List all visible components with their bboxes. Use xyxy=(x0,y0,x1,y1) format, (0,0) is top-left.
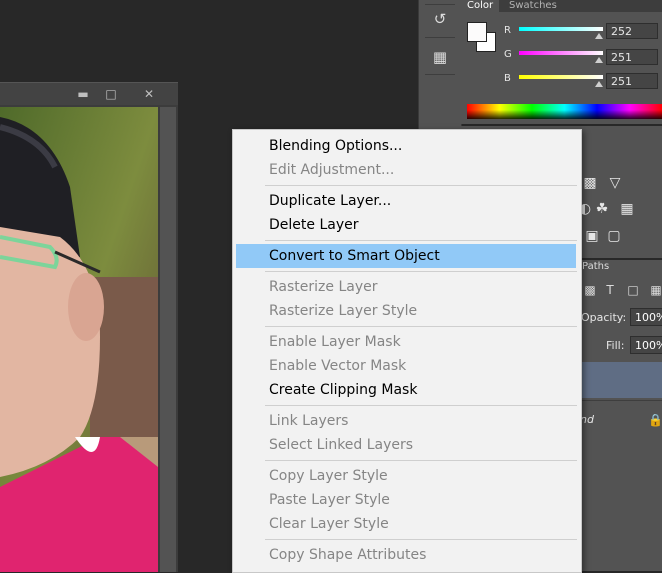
value-r[interactable]: 252 xyxy=(606,23,658,39)
strip-divider xyxy=(425,37,455,38)
document-titlebar[interactable]: ▬ □ ✕ xyxy=(0,83,178,105)
fill-label: Fill: xyxy=(606,339,625,352)
menu-item-copy-shape-attributes: Copy Shape Attributes xyxy=(236,543,576,567)
menu-item-select-linked-layers: Select Linked Layers xyxy=(236,433,576,457)
tab-swatches[interactable]: Swatches xyxy=(503,0,563,12)
color-spectrum-ramp[interactable] xyxy=(467,104,662,119)
invert-icon[interactable]: ▣ xyxy=(583,227,601,245)
menu-item-label: Rasterize Layer Style xyxy=(269,303,418,319)
close-icon[interactable]: ✕ xyxy=(139,86,159,102)
menu-item-label: Delete Layer xyxy=(269,217,359,233)
menu-item-edit-adjustment: Edit Adjustment... xyxy=(236,158,576,182)
menu-item-label: Create Clipping Mask xyxy=(269,382,418,398)
photo-image xyxy=(0,107,158,572)
layer-name: nd xyxy=(580,413,594,426)
value-g[interactable]: 251 xyxy=(606,49,658,65)
document-canvas[interactable] xyxy=(0,107,158,572)
menu-item-duplicate-layer[interactable]: Duplicate Layer... xyxy=(236,189,576,213)
menu-item-rasterize-layer: Rasterize Layer xyxy=(236,275,576,299)
slider-g[interactable] xyxy=(519,51,603,55)
menu-separator xyxy=(265,271,577,272)
menu-item-convert-to-smart-object[interactable]: Convert to Smart Object xyxy=(236,244,576,268)
menu-item-label: Copy Layer Style xyxy=(269,468,388,484)
grid-icon[interactable]: ▦ xyxy=(618,200,636,218)
threshold-icon[interactable]: ▢ xyxy=(605,227,623,245)
menu-item-enable-vector-mask: Enable Vector Mask xyxy=(236,354,576,378)
slider-thumb-g[interactable] xyxy=(595,57,603,63)
menu-item-clear-layer-style: Clear Layer Style xyxy=(236,512,576,536)
gradient-triangle-icon[interactable]: ▽ xyxy=(606,174,624,192)
menu-item-label: Blending Options... xyxy=(269,138,403,154)
menu-item-enable-layer-mask: Enable Layer Mask xyxy=(236,330,576,354)
minimize-icon[interactable]: ▬ xyxy=(73,86,93,102)
menu-item-label: Enable Layer Mask xyxy=(269,334,401,350)
menu-item-rasterize-layer-style: Rasterize Layer Style xyxy=(236,299,576,323)
menu-item-delete-layer[interactable]: Delete Layer xyxy=(236,213,576,237)
slider-thumb-r[interactable] xyxy=(595,33,603,39)
strip-divider xyxy=(425,4,455,5)
layer-row[interactable]: nd 🔒 xyxy=(580,400,662,441)
menu-item-label: Convert to Smart Object xyxy=(269,248,440,264)
value-b[interactable]: 251 xyxy=(606,73,658,89)
maximize-icon[interactable]: □ xyxy=(101,86,121,102)
menu-item-label: Link Layers xyxy=(269,413,349,429)
menu-item-label: Edit Adjustment... xyxy=(269,162,395,178)
menu-item-paste-layer-style: Paste Layer Style xyxy=(236,488,576,512)
lock-icon: 🔒 xyxy=(648,413,662,427)
slider-r[interactable] xyxy=(519,27,603,31)
menu-item-label: Paste Layer Style xyxy=(269,492,390,508)
menu-item-link-layers: Link Layers xyxy=(236,409,576,433)
history-icon[interactable]: ↺ xyxy=(429,8,451,30)
channel-label-b: B xyxy=(504,73,511,84)
menu-separator xyxy=(265,460,577,461)
foreground-color-swatch[interactable] xyxy=(467,22,487,42)
smart-filter-icon[interactable]: ▦ xyxy=(648,282,662,298)
document-scrollbar[interactable] xyxy=(160,107,176,572)
menu-separator xyxy=(265,326,577,327)
channel-label-g: G xyxy=(504,49,512,60)
menu-item-label: Clear Layer Style xyxy=(269,516,389,532)
lock-pixels-icon[interactable]: ▩ xyxy=(582,282,598,298)
tab-color[interactable]: Color xyxy=(461,0,500,12)
type-filter-icon[interactable]: T xyxy=(602,282,618,298)
menu-item-label: Rasterize Layer xyxy=(269,279,378,295)
strip-divider xyxy=(425,74,455,75)
layer-context-menu: Blending Options... Edit Adjustment... D… xyxy=(232,129,582,573)
menu-item-label: Select Linked Layers xyxy=(269,437,414,453)
menu-item-copy-layer-style: Copy Layer Style xyxy=(236,464,576,488)
slider-thumb-b[interactable] xyxy=(595,81,603,87)
properties-icon[interactable]: ▦ xyxy=(429,46,451,68)
document-window[interactable]: ▬ □ ✕ xyxy=(0,82,178,572)
opacity-field[interactable]: 100% xyxy=(630,308,662,326)
opacity-label: Opacity: xyxy=(581,311,627,324)
menu-item-create-clipping-mask[interactable]: Create Clipping Mask xyxy=(236,378,576,402)
fill-field[interactable]: 100% xyxy=(630,336,662,354)
layer-row-selected[interactable] xyxy=(580,362,662,398)
channel-mixer-icon[interactable]: ☘ xyxy=(593,200,611,218)
menu-item-label: Duplicate Layer... xyxy=(269,193,392,209)
transform-icon[interactable]: □ xyxy=(625,282,641,298)
channel-label-r: R xyxy=(504,25,511,36)
color-panel-tabs: Color Swatches xyxy=(461,0,662,12)
slider-b[interactable] xyxy=(519,75,603,79)
tab-paths[interactable]: Paths xyxy=(580,260,612,274)
menu-separator xyxy=(265,539,577,540)
menu-item-blending-options[interactable]: Blending Options... xyxy=(236,134,576,158)
menu-separator xyxy=(265,405,577,406)
menu-item-label: Copy Shape Attributes xyxy=(269,547,427,563)
menu-separator xyxy=(265,185,577,186)
menu-separator xyxy=(265,240,577,241)
exposure-icon[interactable]: ▩ xyxy=(581,174,599,192)
color-panel: Color Swatches R 252 G 251 B 251 xyxy=(461,0,662,124)
menu-item-label: Enable Vector Mask xyxy=(269,358,407,374)
